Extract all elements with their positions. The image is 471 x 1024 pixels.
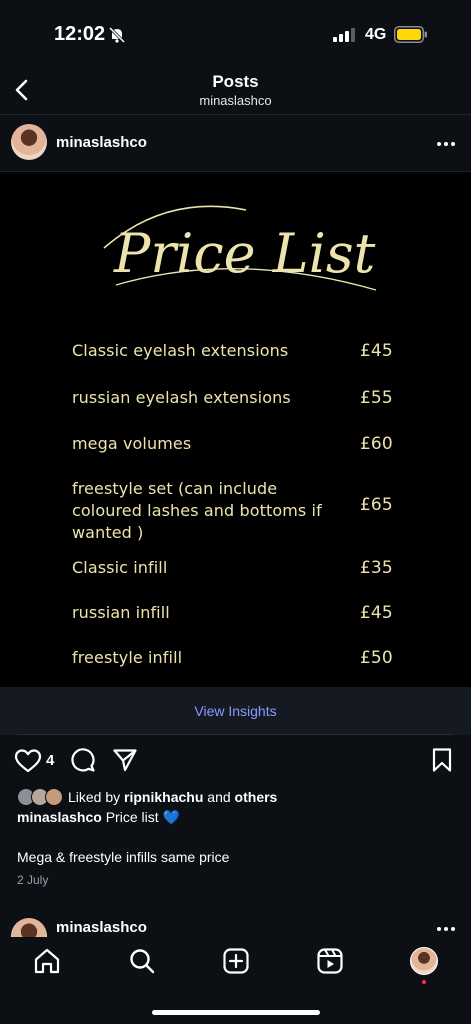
caption: minaslashco Price list 💙 [17, 809, 180, 826]
signal-icon [333, 28, 355, 42]
bell-muted-icon [108, 26, 126, 44]
notification-dot [422, 980, 426, 984]
comment-icon[interactable] [70, 747, 96, 773]
price-item-name: mega volumes [72, 434, 192, 453]
divider [17, 734, 454, 735]
price-item-amount: £45 [360, 341, 393, 361]
divider [0, 114, 471, 115]
like-count[interactable]: 4 [46, 752, 54, 769]
price-item-name: freestyle set (can include coloured lash… [72, 479, 322, 542]
price-item-amount: £45 [360, 603, 393, 623]
liker-avatar [45, 788, 63, 806]
more-options-icon[interactable] [435, 919, 457, 937]
battery-icon [394, 26, 427, 43]
price-list-title: Price List [103, 205, 377, 291]
liked-by-others[interactable]: others [235, 789, 278, 805]
price-item-amount: £65 [360, 495, 393, 515]
create-icon[interactable] [222, 947, 250, 975]
bottom-tab-bar [0, 937, 471, 1024]
price-item-name: russian eyelash extensions [72, 388, 291, 407]
liked-by-text: Liked by ripnikhachu and others [68, 789, 277, 805]
caption-text: Price list [105, 809, 159, 825]
price-item-amount: £50 [360, 648, 393, 668]
view-insights-link[interactable]: View Insights [0, 703, 471, 719]
avatar[interactable] [11, 918, 47, 937]
price-item-amount: £55 [360, 388, 393, 408]
price-item-name: russian infill [72, 603, 170, 622]
page-title: Posts [212, 72, 259, 91]
caption-second-line: Mega & freestyle infills same price [17, 849, 230, 865]
heart-icon[interactable] [14, 748, 42, 774]
more-options-icon[interactable] [435, 134, 457, 154]
network-label: 4G [365, 26, 387, 43]
profile-tab-avatar[interactable] [410, 947, 438, 975]
price-item-amount: £60 [360, 434, 393, 454]
page-subtitle: minaslashco [199, 93, 272, 108]
liked-by-prefix: Liked by [68, 789, 121, 805]
nav-header: Posts minaslashco [0, 62, 471, 114]
liker-avatars [17, 788, 67, 806]
status-bar: 12:02 4G [0, 0, 471, 62]
post-header: minaslashco [0, 122, 471, 166]
post-action-bar: 4 [0, 742, 471, 782]
post-date: 2 July [17, 873, 49, 887]
status-time: 12:02 [54, 23, 106, 45]
home-icon[interactable] [33, 947, 61, 975]
price-item-name: Classic infill [72, 558, 168, 577]
price-item-amount: £35 [360, 558, 393, 578]
price-item-name: freestyle infill [72, 648, 183, 667]
post-username[interactable]: minaslashco [56, 919, 147, 936]
liked-by-and: and [207, 789, 231, 805]
avatar[interactable] [11, 124, 47, 160]
search-icon[interactable] [128, 947, 156, 975]
share-icon[interactable] [112, 747, 138, 773]
reels-icon[interactable] [316, 947, 344, 975]
liked-by-user[interactable]: ripnikhachu [124, 789, 203, 805]
home-indicator[interactable] [152, 1010, 320, 1015]
caption-emoji: 💙 [162, 809, 180, 825]
post-image[interactable]: Price List Classic eyelash extensions £4… [0, 172, 471, 687]
next-post-header: minaslashco [0, 913, 471, 937]
price-item-name: Classic eyelash extensions [72, 341, 289, 360]
caption-username[interactable]: minaslashco [17, 809, 102, 825]
post-username[interactable]: minaslashco [56, 134, 147, 151]
bookmark-icon[interactable] [430, 747, 454, 773]
insights-bar: View Insights [0, 687, 471, 735]
